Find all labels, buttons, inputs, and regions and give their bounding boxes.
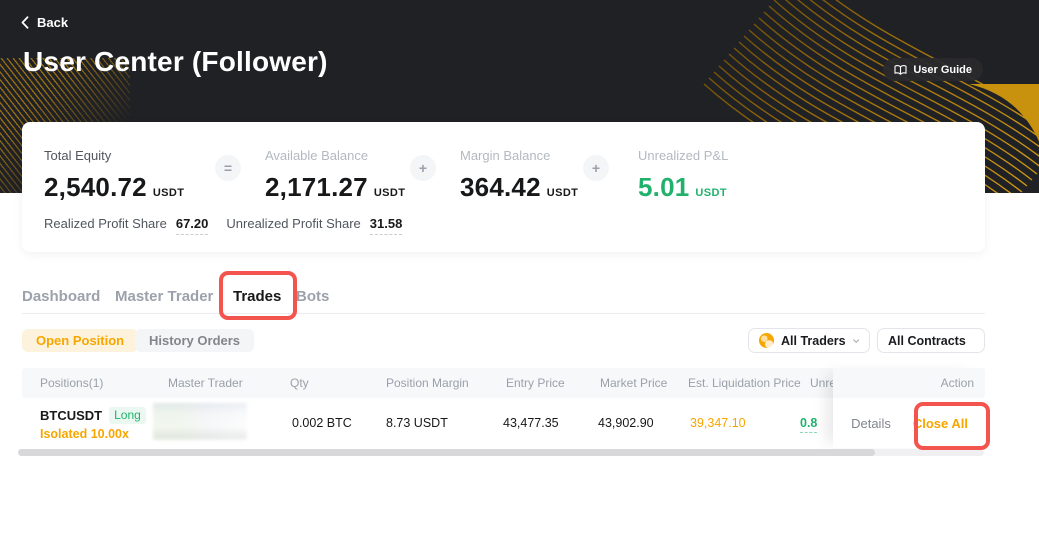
tabs-divider (22, 313, 985, 314)
scrollbar-thumb[interactable] (18, 449, 875, 456)
tab-bots[interactable]: Bots (296, 287, 329, 307)
action-column: Action Details Close All (833, 368, 985, 448)
share-label: Realized Profit Share (44, 216, 167, 231)
page: Back User Center (Follower) User Guide T… (0, 0, 1039, 542)
stat-value: 2,171.27 (265, 172, 368, 202)
position-symbol-cell: BTCUSDT Long Isolated 10.00x (40, 407, 146, 441)
header-entry-price: Entry Price (506, 368, 565, 398)
share-label: Unrealized Profit Share (226, 216, 360, 231)
stat-available-balance: Available Balance 2,171.27 USDT (265, 148, 405, 203)
master-trader-blurred (153, 403, 247, 440)
dropdown-label: All Contracts (888, 334, 966, 348)
equity-summary-card: Total Equity 2,540.72 USDT = Available Ba… (22, 122, 985, 252)
stat-unrealized-pnl: Unrealized P&L 5.01 USDT (638, 148, 728, 203)
unrealized-profit-share: Unrealized Profit Share 31.58 (226, 216, 402, 235)
stat-unit: USDT (374, 187, 406, 199)
subtab-open-position[interactable]: Open Position (22, 329, 138, 352)
header-qty: Qty (290, 368, 309, 398)
qty-value: 0.002 BTC (292, 416, 352, 430)
header-positions: Positions(1) (40, 368, 103, 398)
user-guide-label: User Guide (913, 64, 972, 76)
details-button[interactable]: Details (851, 416, 891, 431)
stat-unit: USDT (695, 187, 727, 199)
all-contracts-dropdown[interactable]: All Contracts (877, 328, 985, 353)
stat-label: Available Balance (265, 148, 405, 163)
stat-value: 5.01 (638, 172, 689, 202)
header-position-margin: Position Margin (386, 368, 469, 398)
horizontal-scrollbar[interactable] (18, 449, 984, 456)
stat-unit: USDT (153, 187, 185, 199)
tab-dashboard[interactable]: Dashboard (22, 287, 100, 307)
page-title: User Center (Follower) (23, 46, 328, 78)
tab-master-trader[interactable]: Master Trader (115, 287, 213, 307)
share-value: 67.20 (176, 216, 209, 235)
back-button[interactable]: Back (21, 15, 68, 30)
position-margin-value: 8.73 USDT (386, 416, 448, 430)
traders-avatar-icon (759, 333, 774, 348)
share-value: 31.58 (370, 216, 403, 235)
all-traders-dropdown[interactable]: All Traders (748, 328, 870, 353)
back-label: Back (37, 15, 68, 30)
stat-label: Total Equity (44, 148, 184, 163)
equals-icon: = (215, 155, 241, 181)
action-header: Action (833, 368, 985, 398)
profit-share-row: Realized Profit Share 67.20 Unrealized P… (44, 216, 402, 235)
header-market-price: Market Price (600, 368, 667, 398)
realized-profit-share: Realized Profit Share 67.20 (44, 216, 208, 235)
chevron-down-icon (853, 338, 859, 344)
stat-margin-balance: Margin Balance 364.42 USDT (460, 148, 578, 203)
subtab-history-orders[interactable]: History Orders (135, 329, 254, 352)
plus-icon: + (583, 155, 609, 181)
stat-total-equity: Total Equity 2,540.72 USDT (44, 148, 184, 203)
stat-value: 364.42 (460, 172, 541, 202)
entry-price-value: 43,477.35 (503, 416, 559, 430)
plus-icon: + (410, 155, 436, 181)
unrealized-pnl-value: 0.8 (800, 416, 817, 433)
side-badge: Long (109, 407, 146, 424)
book-icon (894, 64, 907, 76)
tab-trades[interactable]: Trades (233, 287, 281, 307)
liquidation-price-value: 39,347.10 (690, 416, 746, 430)
close-all-button[interactable]: Close All (913, 416, 968, 431)
chevron-down-icon (973, 338, 974, 344)
dropdown-label: All Traders (781, 334, 846, 348)
stat-unit: USDT (547, 187, 579, 199)
header-master-trader: Master Trader (168, 368, 243, 398)
market-price-value: 43,902.90 (598, 416, 654, 430)
stat-value: 2,540.72 (44, 172, 147, 202)
margin-mode-label: Isolated 10.00x (40, 427, 146, 441)
user-guide-button[interactable]: User Guide (883, 58, 983, 81)
back-chevron-icon (21, 16, 29, 29)
symbol-label: BTCUSDT (40, 408, 102, 423)
stat-label: Margin Balance (460, 148, 578, 163)
header-liquidation-price: Est. Liquidation Price (688, 368, 801, 398)
stat-label: Unrealized P&L (638, 148, 728, 163)
